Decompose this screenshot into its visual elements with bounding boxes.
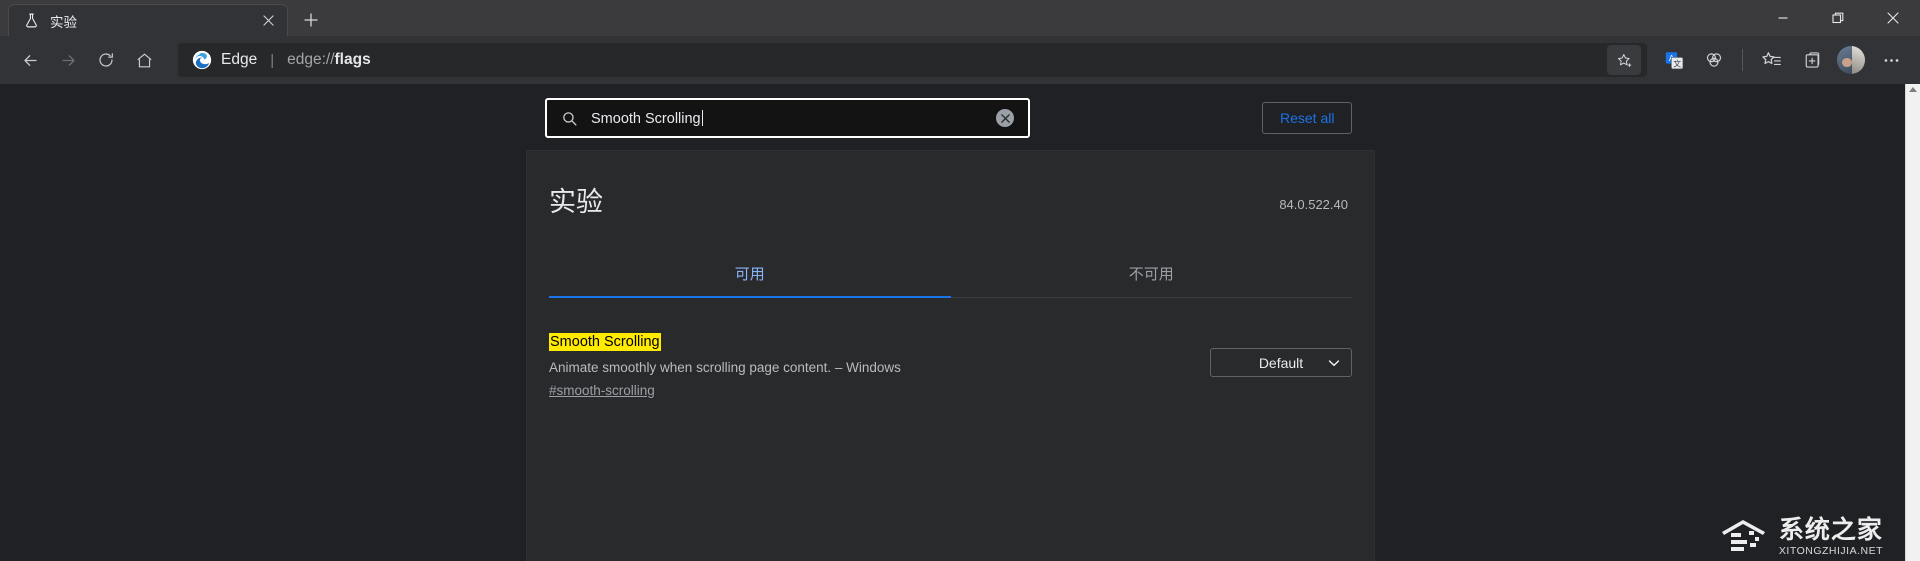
search-value: Smooth Scrolling [591,110,984,127]
flags-page: Smooth Scrolling Reset all 实验 84.0.522.4… [0,84,1905,561]
tab-strip: 实验 [0,0,328,36]
flag-description: Animate smoothly when scrolling page con… [549,358,1190,379]
tab-title: 实验 [50,11,247,31]
toolbar-divider [1742,49,1743,71]
favorite-star-icon[interactable] [1607,45,1641,75]
window-controls [1755,0,1920,36]
watermark: 系统之家 XITONGZHIJIA.NET [1719,517,1883,557]
text-caret [702,110,703,126]
flags-panel-inner: 实验 84.0.522.40 可用 不可用 Smooth Scrolling A… [527,151,1374,400]
close-icon[interactable] [257,10,279,32]
browser-tab[interactable]: 实验 [8,4,288,36]
omnibox-separator: | [270,52,274,69]
page-scrollbar[interactable] [1905,84,1920,561]
flag-row: Smooth Scrolling Animate smoothly when s… [549,298,1352,400]
omnibox-url[interactable]: edge://flags [287,51,1607,69]
omnibox-url-page: flags [335,51,371,68]
minimize-button[interactable] [1755,0,1810,36]
page-viewport: Smooth Scrolling Reset all 实验 84.0.522.4… [0,84,1920,561]
page-header: 实验 84.0.522.40 [549,151,1352,216]
chevron-down-icon [1328,357,1340,369]
flag-name-wrap: Smooth Scrolling [549,332,1190,353]
search-value-text: Smooth Scrolling [591,111,701,127]
flags-panel: 实验 84.0.522.40 可用 不可用 Smooth Scrolling A… [526,150,1375,561]
translate-icon[interactable]: A 文 [1655,41,1693,79]
avatar-face [1842,58,1852,68]
svg-text:文: 文 [1673,58,1681,68]
version-label: 84.0.522.40 [1279,197,1352,212]
reset-all-button[interactable]: Reset all [1262,102,1352,134]
clear-search-icon[interactable] [996,109,1014,127]
search-strip: Smooth Scrolling Reset all [0,84,1905,150]
browser-toolbar: Edge | edge://flags A 文 [0,36,1920,84]
flag-select[interactable]: Default [1210,348,1352,377]
scroll-up-arrow-icon[interactable] [1909,87,1917,92]
new-tab-button[interactable] [294,4,328,36]
flag-select-value: Default [1259,355,1303,371]
flags-tabs: 可用 不可用 [549,252,1352,298]
search-input[interactable]: Smooth Scrolling [545,98,1030,138]
tab-available[interactable]: 可用 [549,252,951,297]
flag-name: Smooth Scrolling [549,333,661,351]
avatar-right [1852,46,1865,74]
watermark-texts: 系统之家 XITONGZHIJIA.NET [1779,517,1883,556]
home-button[interactable] [126,42,162,78]
favorites-icon[interactable] [1752,41,1790,79]
collections-icon[interactable] [1695,41,1733,79]
title-bar: 实验 [0,0,1920,36]
back-button[interactable] [12,42,48,78]
flag-permalink[interactable]: #smooth-scrolling [549,383,655,398]
omnibox-url-prefix: edge:// [287,51,334,68]
edge-logo-icon [192,50,212,70]
watermark-cn: 系统之家 [1779,517,1883,543]
page-title: 实验 [549,189,603,216]
restore-button[interactable] [1810,0,1865,36]
omnibox-brand: Edge [221,51,257,69]
tab-actions-icon[interactable] [1792,41,1830,79]
watermark-en: XITONGZHIJIA.NET [1779,545,1883,557]
tab-unavailable[interactable]: 不可用 [951,252,1353,297]
close-window-button[interactable] [1865,0,1920,36]
settings-more-icon[interactable] [1872,41,1910,79]
beaker-icon [23,12,40,29]
avatar[interactable] [1837,46,1865,74]
watermark-logo-icon [1719,517,1771,557]
flag-info: Smooth Scrolling Animate smoothly when s… [549,332,1190,400]
forward-button[interactable] [50,42,86,78]
search-icon [561,110,579,127]
refresh-button[interactable] [88,42,124,78]
address-bar[interactable]: Edge | edge://flags [178,43,1647,77]
